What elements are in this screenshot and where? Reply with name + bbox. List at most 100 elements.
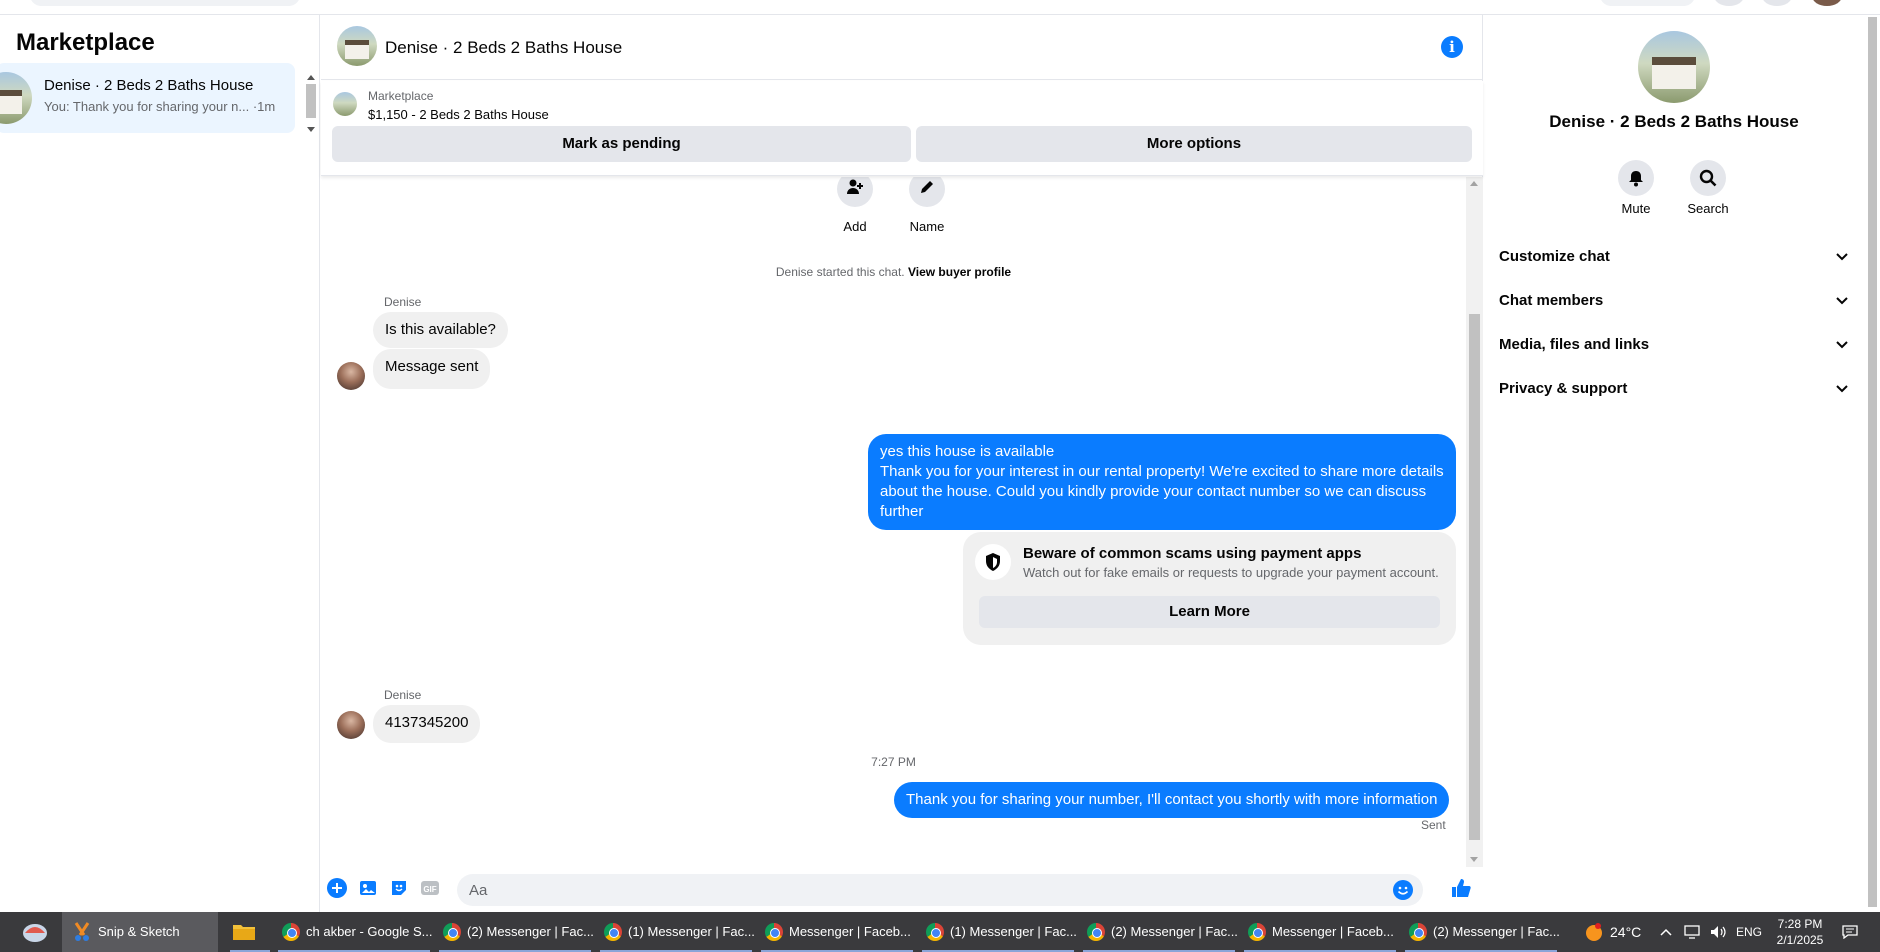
shield-icon [975,544,1011,580]
messenger-icon[interactable] [1762,0,1792,6]
scroll-up-arrow-icon[interactable] [1470,181,1478,186]
chevron-down-icon [1836,253,1848,261]
sticker-icon[interactable] [389,878,409,898]
section-label: Customize chat [1499,248,1610,265]
chat-started-notice: Denise started this chat. View buyer pro… [321,265,1466,279]
view-buyer-profile-link[interactable]: View buyer profile [908,265,1011,279]
scroll-down-arrow-icon[interactable] [307,127,315,132]
menu-icon[interactable] [1714,0,1744,6]
chat-bubble-icon [1842,925,1858,939]
taskbar-item-chrome[interactable]: (1) Messenger | Fac... [598,912,754,952]
conversation-avatar [0,72,32,124]
search-button[interactable] [1690,160,1726,196]
weather-sun-icon [1586,923,1602,941]
page-scrollbar[interactable] [1864,15,1880,912]
taskbar-item-chrome[interactable]: Messenger | Faceb... [759,912,915,952]
mark-as-pending-button[interactable]: Mark as pending [332,126,911,162]
info-icon[interactable]: i [1441,36,1463,58]
chevron-down-icon [1836,341,1848,349]
sender-avatar[interactable] [337,362,365,390]
add-people-button[interactable] [837,177,873,207]
photo-icon[interactable] [358,878,378,898]
notification-icon[interactable] [1842,912,1862,952]
taskbar-item-chrome[interactable]: (2) Messenger | Fac... [1081,912,1237,952]
message-composer: GIF Aa [321,867,1483,912]
panel-title: Marketplace [16,29,155,56]
network-icon[interactable] [1684,912,1704,952]
search-bar[interactable] [30,0,300,6]
conversation-list-panel: Marketplace Denise · 2 Beds 2 Baths Hous… [0,15,320,912]
sender-name: Denise [384,688,422,702]
profile-avatar[interactable] [1812,0,1842,6]
svg-text:GIF: GIF [423,885,436,894]
plus-icon[interactable] [327,878,347,898]
chrome-icon [282,923,300,941]
chat-scrollbar[interactable] [1466,177,1483,867]
message-timestamp: 7:27 PM [871,755,916,769]
thumbs-up-icon[interactable] [1450,877,1472,899]
chrome-icon [1087,923,1105,941]
outgoing-message[interactable]: yes this house is available Thank you fo… [868,434,1456,530]
name-chat-button[interactable] [909,177,945,207]
top-bar [0,0,1880,15]
conversation-item[interactable]: Denise · 2 Beds 2 Baths House You: Thank… [0,63,295,133]
taskbar-item-label: (2) Messenger | Fac... [1111,924,1237,939]
clock[interactable]: 7:28 PM 2/1/2025 [1768,912,1832,952]
windows-taskbar: Snip & Sketch ch akber - Google S... (2)… [0,912,1880,952]
search-icon [1699,169,1717,187]
taskbar-item-label: Messenger | Faceb... [789,924,911,939]
more-options-button[interactable]: More options [916,126,1472,162]
language-indicator[interactable]: ENG [1736,912,1762,952]
taskbar-item-chrome[interactable]: ch akber - Google S... [276,912,432,952]
listing-title[interactable]: $1,150 - 2 Beds 2 Baths House [368,107,549,122]
incoming-message[interactable]: 4137345200 [373,705,481,743]
search-label: Search [1687,201,1729,216]
taskbar-item-chrome[interactable]: (2) Messenger | Fac... [437,912,593,952]
mute-button[interactable] [1618,160,1654,196]
chat-avatar[interactable] [337,26,377,66]
emoji-icon[interactable] [1393,880,1413,900]
section-label: Chat members [1499,292,1604,309]
top-button[interactable] [1600,0,1695,6]
tray-overflow-icon[interactable] [1660,912,1674,952]
gif-icon[interactable]: GIF [420,878,440,898]
taskbar-item-label: ch akber - Google S... [306,924,432,939]
scroll-down-arrow-icon[interactable] [1470,857,1478,862]
incoming-message[interactable]: Message sent [373,349,491,389]
chat-members-section[interactable]: Chat members [1499,281,1849,321]
chevron-up-icon [1660,928,1672,936]
scroll-thumb[interactable] [306,84,316,118]
details-avatar[interactable] [1638,31,1710,103]
scissors-icon [74,922,90,941]
scroll-thumb[interactable] [1868,17,1877,907]
chrome-icon [604,923,622,941]
file-explorer-icon[interactable] [228,912,272,952]
chat-title[interactable]: Denise · 2 Beds 2 Baths House [385,38,622,58]
taskbar-item-chrome[interactable]: (1) Messenger | Fac... [920,912,1076,952]
taskbar-item-label: (1) Messenger | Fac... [628,924,754,939]
scam-warning-card: Beware of common scams using payment app… [963,532,1456,645]
privacy-support-section[interactable]: Privacy & support [1499,369,1849,409]
sender-avatar[interactable] [337,711,365,739]
taskbar-item-chrome[interactable]: (2) Messenger | Fac... [1403,912,1559,952]
outgoing-message-line: yes this house is available [880,443,1055,460]
taskbar-item-chrome[interactable]: Messenger | Faceb... [1242,912,1398,952]
scroll-thumb[interactable] [1469,314,1480,840]
add-person-icon [847,179,863,194]
scroll-up-arrow-icon[interactable] [307,75,315,80]
photo-app-icon [23,924,47,942]
volume-icon[interactable] [1710,912,1730,952]
listing-thumbnail[interactable] [333,92,357,116]
learn-more-button[interactable]: Learn More [979,596,1440,628]
message-input[interactable]: Aa [457,874,1423,906]
customize-chat-section[interactable]: Customize chat [1499,237,1849,277]
outgoing-message[interactable]: Thank you for sharing your number, I'll … [894,782,1450,818]
chrome-icon [1409,923,1427,941]
incoming-message[interactable]: Is this available? [373,312,508,348]
taskbar-item-snip-sketch[interactable]: Snip & Sketch [62,912,218,952]
list-scrollbar[interactable] [304,75,318,133]
media-files-links-section[interactable]: Media, files and links [1499,325,1849,365]
name-label: Name [909,219,945,234]
start-app-icon[interactable] [10,912,60,952]
chrome-icon [765,923,783,941]
